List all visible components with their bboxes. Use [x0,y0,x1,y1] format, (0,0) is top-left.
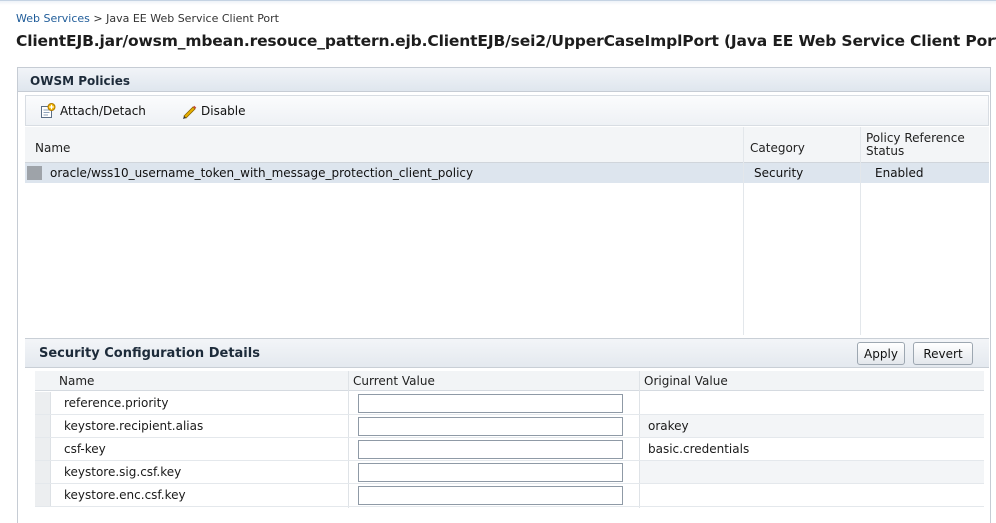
disable-button[interactable]: Disable [181,103,246,119]
apply-button[interactable]: Apply [857,342,905,365]
current-value-input[interactable] [358,486,623,505]
row-selector[interactable] [35,438,51,460]
security-config-header: Security Configuration Details Apply Rev… [25,338,989,368]
current-value-input[interactable] [358,417,623,436]
original-value [640,484,984,506]
breadcrumb-link-web-services[interactable]: Web Services [16,12,90,25]
config-name: keystore.enc.csf.key [64,488,186,502]
policy-category: Security [754,166,804,180]
security-config-title: Security Configuration Details [39,346,260,361]
policies-toolbar: Attach/Detach Disable [25,95,989,126]
config-row-csf-key: csf-key basic.credentials [35,438,984,461]
column-divider [743,127,744,335]
config-name: reference.priority [64,396,169,410]
column-header-policy-status[interactable]: Policy Reference Status [866,132,965,158]
current-value-input[interactable] [358,463,623,482]
attach-detach-icon [41,103,56,118]
page-title: ClientEJB.jar/owsm_mbean.resouce_pattern… [16,32,996,50]
attach-detach-label: Attach/Detach [60,104,146,118]
config-row-keystore-sig-csf-key: keystore.sig.csf.key [35,461,984,484]
config-row-keystore-recipient-alias: keystore.recipient.alias orakey [35,415,984,438]
owsm-policies-header: OWSM Policies [18,68,990,92]
policy-status: Enabled [875,166,924,180]
original-value [640,392,984,414]
row-selector[interactable] [35,392,51,414]
breadcrumb-current: Java EE Web Service Client Port [106,12,279,25]
row-selector[interactable] [27,166,42,180]
config-row-keystore-enc-csf-key: keystore.enc.csf.key [35,484,984,507]
current-value-input[interactable] [358,440,623,459]
config-table-header: Name Current Value Original Value [35,371,984,391]
config-row-reference-priority: reference.priority [35,392,984,415]
row-selector[interactable] [35,461,51,483]
breadcrumb-separator: > [93,12,103,25]
original-value: orakey [640,415,984,437]
pencil-icon [183,105,197,119]
column-header-status-line2: Status [866,144,905,158]
original-value: basic.credentials [648,442,750,456]
config-name: keystore.sig.csf.key [64,465,182,479]
attach-detach-button[interactable]: Attach/Detach [40,103,146,119]
owsm-policies-panel: OWSM Policies Attach/Detach Disable Name [17,67,991,523]
policies-grid-header: Name Category Policy Reference Status [25,127,989,163]
config-name: csf-key [64,442,106,456]
original-value [640,461,984,483]
column-divider [860,127,861,335]
current-value-input[interactable] [358,394,623,413]
column-header-status-line1: Policy Reference [866,131,965,145]
policy-name: oracle/wss10_username_token_with_message… [50,166,474,180]
column-header-config-name: Name [59,374,95,388]
config-name: keystore.recipient.alias [64,419,204,433]
column-header-name[interactable]: Name [35,141,70,155]
column-header-original-value: Original Value [644,374,728,388]
row-selector[interactable] [35,415,51,437]
breadcrumb: Web Services > Java EE Web Service Clien… [16,12,279,25]
revert-button[interactable]: Revert [913,342,973,365]
disable-label: Disable [201,104,246,118]
column-header-category[interactable]: Category [750,141,805,155]
policy-row[interactable]: oracle/wss10_username_token_with_message… [25,163,989,183]
top-border [0,0,996,5]
column-header-current-value: Current Value [353,374,435,388]
policies-grid-body [25,127,989,335]
row-selector[interactable] [35,484,51,506]
